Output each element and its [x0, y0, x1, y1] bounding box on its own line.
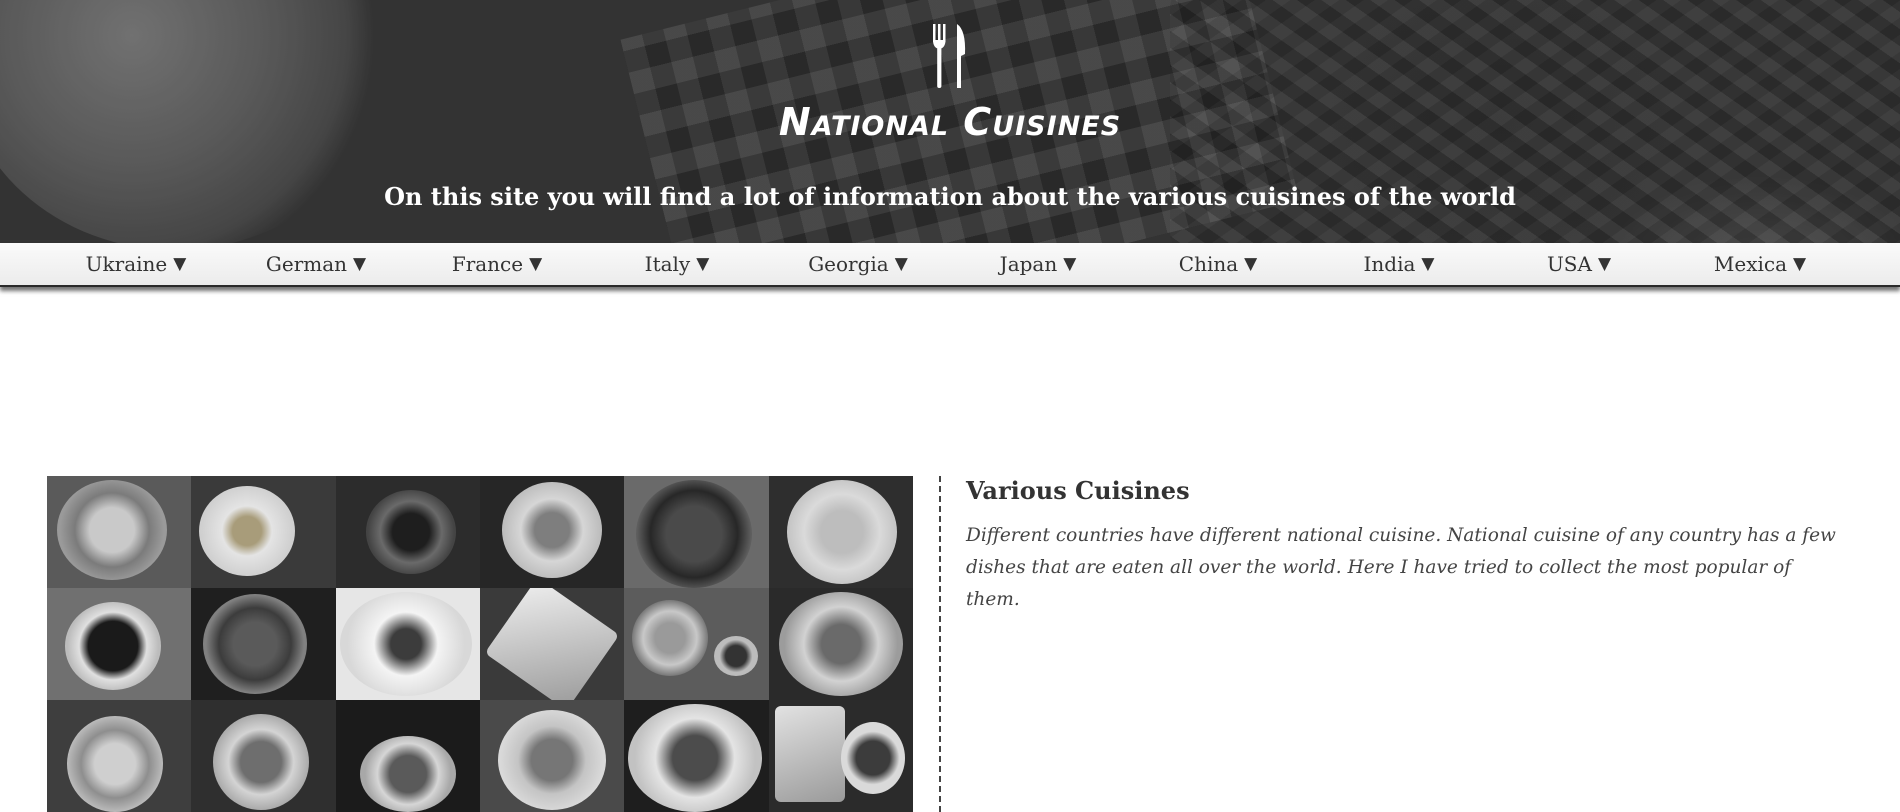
fork-knife-icon — [933, 24, 966, 88]
collage-tile-pasta-plate — [768, 476, 913, 588]
collage-tile-meat-plate — [624, 700, 769, 812]
collage-tile-shellfish-dish — [47, 476, 192, 588]
nav-item-label: USA — [1546, 252, 1592, 276]
dropdown-arrow-icon: ▼ — [353, 254, 367, 274]
dropdown-arrow-icon: ▼ — [1793, 254, 1807, 274]
section-title: Various Cuisines — [966, 476, 1190, 505]
dropdown-arrow-icon: ▼ — [1244, 254, 1258, 274]
nav-item-label: France — [451, 252, 524, 276]
collage-tile-herb-soup — [191, 700, 336, 812]
main-nav: Ukraine ▼ German ▼ France ▼ Italy ▼ Georgia ▼… — [0, 243, 1900, 287]
nav-item-china[interactable]: China ▼ — [1128, 243, 1308, 285]
nav-item-label: Georgia — [808, 252, 889, 276]
collage-tile-ramen-bowl — [47, 700, 192, 812]
nav-item-mexica[interactable]: Mexica ▼ — [1670, 243, 1850, 285]
nav-item-label: China — [1178, 252, 1239, 276]
nav-item-label: Italy — [644, 252, 691, 276]
collage-tile-salmon-bowl — [768, 588, 913, 700]
dropdown-arrow-icon: ▼ — [1063, 254, 1077, 274]
collage-tile-fish-platter — [479, 588, 625, 700]
nav-item-ukraine[interactable]: Ukraine ▼ — [46, 243, 226, 285]
collage-tile-paella-pan — [191, 588, 336, 700]
collage-tile-round-patty — [479, 700, 625, 812]
nav-item-german[interactable]: German ▼ — [226, 243, 406, 285]
nav-item-france[interactable]: France ▼ — [407, 243, 587, 285]
nav-item-label: German — [265, 252, 348, 276]
collage-tile-plated-fish — [479, 476, 625, 588]
nav-item-label: Japan — [999, 252, 1058, 276]
site-subtitle: On this site you will find a lot of info… — [384, 182, 1516, 211]
collage-tile-steak-plate — [335, 588, 480, 700]
collage-tile-dark-salad-bowl — [335, 476, 480, 588]
dropdown-arrow-icon: ▼ — [1421, 254, 1435, 274]
section-description: Different countries have different natio… — [966, 525, 1836, 610]
hero-header: National Cuisines On this site you will … — [0, 0, 1900, 243]
nav-item-label: India — [1363, 252, 1416, 276]
dropdown-arrow-icon: ▼ — [894, 254, 908, 274]
dropdown-arrow-icon: ▼ — [173, 254, 187, 274]
dropdown-arrow-icon: ▼ — [529, 254, 543, 274]
food-collage — [47, 476, 913, 812]
nav-item-japan[interactable]: Japan ▼ — [948, 243, 1128, 285]
nav-item-usa[interactable]: USA ▼ — [1489, 243, 1669, 285]
collage-tile-grilled-meat — [335, 700, 480, 812]
nav-item-italy[interactable]: Italy ▼ — [587, 243, 767, 285]
collage-tile-dark-noodle-plate — [47, 588, 192, 700]
dropdown-arrow-icon: ▼ — [696, 254, 710, 274]
nav-item-label: Mexica — [1713, 252, 1788, 276]
collage-tile-fries-steak — [768, 700, 913, 812]
nav-item-georgia[interactable]: Georgia ▼ — [768, 243, 948, 285]
site-title: National Cuisines — [778, 100, 1122, 144]
collage-tile-soup-cup — [624, 588, 769, 700]
nav-item-label: Ukraine — [85, 252, 168, 276]
content-divider — [939, 476, 941, 812]
collage-tile-skewer-plate — [191, 476, 336, 588]
collage-tile-mussel-pot — [624, 476, 769, 588]
dropdown-arrow-icon: ▼ — [1597, 254, 1612, 274]
nav-item-india[interactable]: India ▼ — [1309, 243, 1489, 285]
